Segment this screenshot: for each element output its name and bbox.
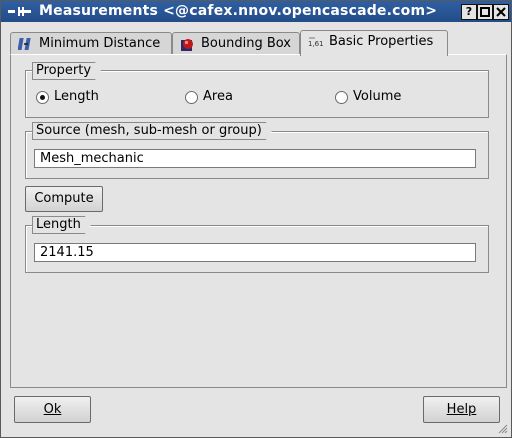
window-menu-icon[interactable] (7, 5, 33, 18)
help-title-button[interactable]: ? (461, 4, 477, 20)
property-group-label: Property (32, 62, 101, 80)
ok-button[interactable]: Ok (14, 396, 91, 423)
window-title: Measurements <@cafex.nnov.opencascade.co… (39, 3, 438, 19)
resize-grip-icon[interactable] (498, 424, 508, 434)
maximize-icon (480, 7, 490, 17)
source-value: Mesh_mechanic (40, 151, 144, 166)
help-label: Help (446, 402, 477, 417)
radio-volume-label: Volume (353, 89, 402, 104)
close-button[interactable] (493, 4, 509, 20)
tab-label: Minimum Distance (39, 36, 161, 51)
compute-button[interactable]: Compute (25, 186, 103, 212)
radio-circle (185, 91, 198, 104)
bounding-box-icon (181, 39, 193, 51)
maximize-button[interactable] (477, 4, 493, 20)
measurements-window: Measurements <@cafex.nnov.opencascade.co… (0, 0, 512, 438)
minimum-distance-icon (18, 38, 31, 50)
source-group-label: Source (mesh, sub-mesh or group) (32, 122, 272, 140)
tab-basic-properties[interactable]: 1,618 Basic Properties (300, 30, 448, 56)
ok-label: Ok (43, 402, 62, 417)
result-value: 2141.15 (40, 245, 94, 260)
close-icon (496, 7, 506, 17)
radio-circle (335, 91, 348, 104)
title-bar[interactable]: Measurements <@cafex.nnov.opencascade.co… (1, 1, 511, 22)
radio-length-label: Length (54, 89, 99, 104)
radio-dot (40, 95, 45, 100)
basic-properties-icon: 1,618 (308, 37, 324, 48)
radio-circle (36, 91, 49, 104)
svg-text:1,618: 1,618 (308, 40, 324, 48)
result-group-label: Length (32, 216, 91, 234)
radio-area-label: Area (203, 89, 233, 104)
help-button[interactable]: Help (423, 396, 500, 423)
tab-label: Bounding Box (201, 36, 292, 51)
tab-minimum-distance[interactable]: Minimum Distance (10, 32, 172, 55)
result-field[interactable]: 2141.15 (34, 243, 476, 262)
tab-label: Basic Properties (329, 34, 434, 49)
source-field[interactable]: Mesh_mechanic (34, 149, 476, 168)
tab-bounding-box[interactable]: Bounding Box (172, 32, 300, 55)
